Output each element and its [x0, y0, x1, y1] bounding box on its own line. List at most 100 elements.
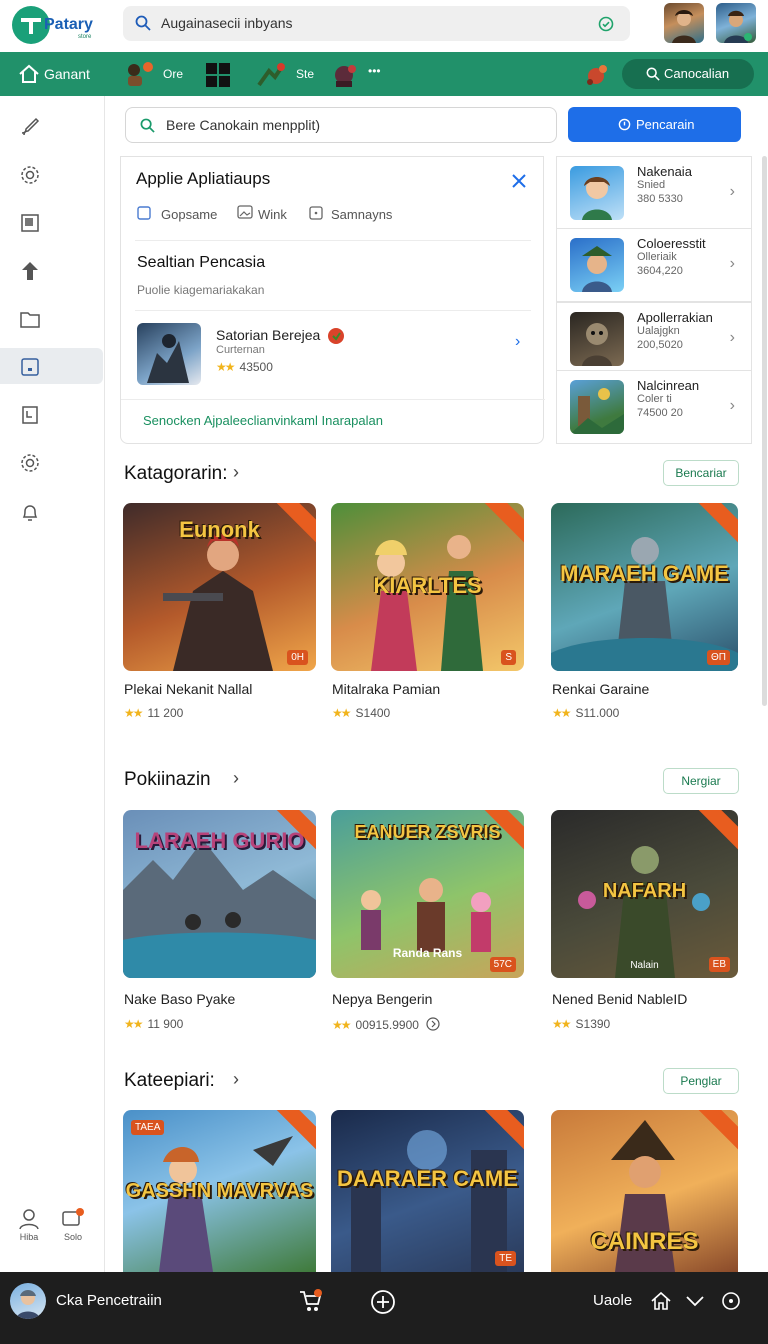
app-logo[interactable]: Patary store	[12, 6, 108, 44]
list-item[interactable]: Coloeresstit Olleriaik 3604,220 ›	[556, 228, 752, 302]
nav-item-2-label[interactable]: Ore	[163, 67, 183, 81]
filter-chip-1[interactable]: Gopsame	[161, 207, 217, 222]
result-name: Satorian Berejea	[216, 327, 321, 343]
sidebar-item-folder[interactable]	[0, 300, 103, 336]
add-circle-icon[interactable]	[370, 1289, 396, 1315]
sidebar-item-document[interactable]	[0, 396, 103, 432]
game-card-image[interactable]: NAFARH Nalain EB	[551, 810, 738, 978]
section-more-button[interactable]: Nergiar	[663, 768, 739, 794]
nav-search-button[interactable]: Canocalian	[622, 59, 754, 89]
user-avatar-2[interactable]	[716, 3, 756, 43]
sidebar-item-tablet[interactable]	[0, 348, 103, 384]
gamepad-icon	[137, 206, 151, 220]
game-card-title[interactable]: Nepya Bengerin	[332, 991, 432, 1007]
game-card-title[interactable]: Renkai Garaine	[552, 681, 649, 697]
sidebar-item-library[interactable]	[0, 204, 103, 240]
filter-chip-2[interactable]: Wink	[258, 207, 287, 222]
game-card-title[interactable]: Plekai Nekanit Nallal	[124, 681, 252, 697]
game-card-image[interactable]: Eunonk 0H	[123, 503, 316, 671]
nav-more-label[interactable]: •••	[368, 64, 381, 78]
logo-subtext: store	[78, 34, 92, 40]
sidebar: Hiba Solo	[0, 96, 105, 1272]
gear-icon	[21, 454, 39, 472]
gear-icon	[21, 166, 39, 184]
chevron-right-icon: ›	[729, 329, 735, 346]
sidebar-item-brush[interactable]	[0, 106, 103, 142]
list-item[interactable]: Nalcinrean Coler ti 74500 20 ›	[556, 370, 752, 444]
plant-creature-icon[interactable]	[255, 61, 289, 89]
home-icon[interactable]	[650, 1290, 672, 1312]
verified-check-icon[interactable]	[598, 16, 614, 32]
user-avatar-1[interactable]	[664, 3, 704, 43]
chevron-right-icon[interactable]: ›	[233, 1069, 239, 1090]
game-card-image[interactable]: GASSHN MAVRVAS TAEA	[123, 1110, 316, 1272]
game-card-image[interactable]: DAARAER CAME TE	[331, 1110, 524, 1272]
divider	[135, 240, 531, 241]
sidebar-bottom-messages[interactable]: Solo	[48, 1208, 98, 1258]
section-title: Pokiinazin	[124, 769, 211, 790]
main-search-input[interactable]: Bere Canokain menpplit)	[125, 107, 557, 143]
scrollbar[interactable]	[762, 156, 767, 706]
game-card-tag: TAEA	[131, 1120, 165, 1135]
game-card-rating: ★★ S1400	[332, 706, 391, 720]
section-title: Kateepiari:	[124, 1070, 215, 1091]
cart-icon[interactable]	[298, 1288, 324, 1314]
game-card-image[interactable]: MARAEH GAME ΘΠ	[551, 503, 738, 671]
game-card-title[interactable]: Mitalraka Pamian	[332, 681, 440, 697]
panel-title: Applie Apliatiaups	[136, 169, 271, 188]
game-card-rating: ★★ 11 200	[124, 706, 184, 720]
game-card-title[interactable]: Nake Baso Pyake	[124, 991, 235, 1007]
sidebar-item-preferences[interactable]	[0, 444, 103, 480]
sidebar-bottom-profile[interactable]: Hiba	[4, 1208, 54, 1258]
section-more-button[interactable]: Penglar	[663, 1068, 739, 1094]
character-icon[interactable]	[122, 60, 156, 88]
nav-home-label[interactable]: Ganant	[44, 66, 90, 82]
fruit-icon	[328, 328, 344, 344]
user-avatar[interactable]	[10, 1283, 46, 1319]
game-card-title[interactable]: Nened Benid NableID	[552, 991, 687, 1007]
search-suggestions-panel: Applie Apliatiaups Gopsame Wink Samnayns…	[120, 156, 545, 444]
chevron-right-icon: ›	[729, 183, 735, 200]
game-card-tag: ΘΠ	[707, 650, 730, 665]
list-item[interactable]: Nakenaia Snied 380 5330 ›	[556, 156, 752, 230]
folder-icon	[20, 312, 40, 328]
suggestion-result[interactable]: Satorian Berejea Curternan ★★ 43500 ›	[121, 317, 545, 385]
top-search-text: Augainasecii inbyans	[161, 15, 293, 31]
person-icon	[19, 1209, 39, 1230]
sidebar-item-settings[interactable]	[0, 156, 103, 192]
game-card-image[interactable]: EANUER ZSVRIS Randa Rans 57C	[331, 810, 524, 978]
main-search-text: Bere Canokain menpplit)	[166, 117, 321, 133]
grid-icon[interactable]	[205, 62, 231, 88]
image-icon	[237, 205, 253, 219]
list-item-subtitle: Snied	[637, 179, 666, 191]
chevron-right-icon[interactable]: ›	[233, 462, 239, 483]
sidebar-item-upload[interactable]	[0, 252, 103, 288]
home-icon[interactable]	[18, 64, 40, 84]
monster-icon[interactable]	[330, 61, 360, 89]
see-all-link[interactable]: Senocken Ajpaleeclianvinkaml Inarapalan	[143, 413, 383, 428]
sidebar-item-notifications[interactable]	[0, 494, 103, 530]
main-search-button-label: Pencarain	[636, 117, 695, 132]
right-label[interactable]: Uaole	[593, 1292, 632, 1309]
list-item-count: 200,5020	[637, 339, 683, 351]
game-card-image[interactable]: LARAEH GURIO	[123, 810, 316, 978]
section-more-button[interactable]: Bencariar	[663, 460, 739, 486]
nav-item-4-label[interactable]: Ste	[296, 67, 314, 81]
chevron-circle-icon[interactable]	[426, 1017, 440, 1031]
game-card-image[interactable]: KIARLTES S	[331, 503, 524, 671]
chevron-right-icon[interactable]: ›	[233, 768, 239, 789]
sidebar-bottom-messages-label: Solo	[63, 1232, 82, 1242]
game-card-image[interactable]: CAINRES	[551, 1110, 738, 1272]
filter-chip-3[interactable]: Samnayns	[331, 207, 392, 222]
close-icon[interactable]	[511, 173, 527, 189]
pet-icon[interactable]	[582, 62, 610, 88]
main-search-button[interactable]: Pencarain	[568, 107, 741, 142]
power-icon[interactable]	[720, 1290, 742, 1312]
top-search-bar[interactable]: Augainasecii inbyans	[123, 6, 630, 41]
user-name-label[interactable]: Cka Pencetraiin	[56, 1292, 162, 1309]
bell-icon	[22, 505, 38, 521]
brush-icon	[21, 117, 40, 136]
info-icon	[618, 118, 631, 131]
chevron-down-icon[interactable]	[684, 1292, 706, 1310]
list-item[interactable]: Apollerrakian Ualajgkn 200,5020 ›	[556, 302, 752, 376]
